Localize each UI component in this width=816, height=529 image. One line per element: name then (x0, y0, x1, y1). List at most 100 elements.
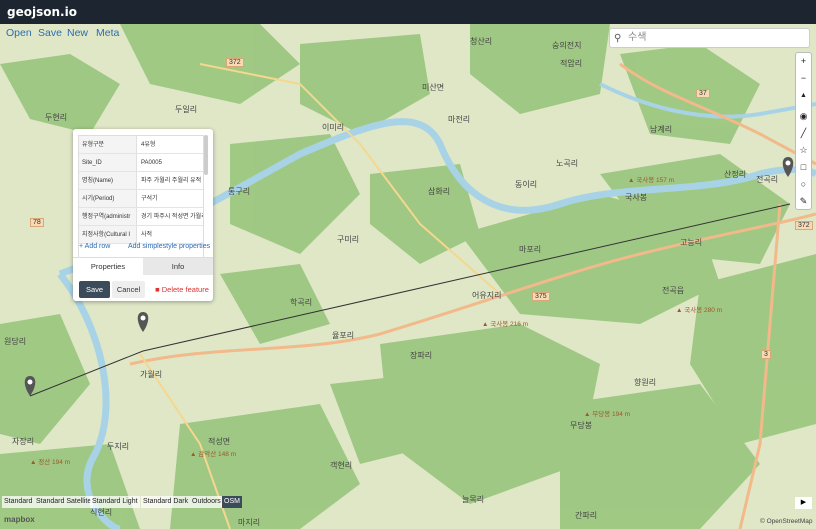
place-label: 두현리 (45, 113, 68, 122)
property-key-field[interactable]: 행정구역(administr (79, 208, 137, 225)
marker-tool-icon[interactable]: ◉ (796, 109, 811, 124)
place-label: 가월리 (140, 370, 163, 379)
place-label: 구미리 (337, 235, 360, 244)
place-label: 마지리 (238, 518, 261, 527)
place-label: 적암리 (560, 59, 583, 68)
place-label: 적성면 (208, 437, 231, 446)
scrollbar[interactable] (204, 135, 208, 175)
place-label: 미산면 (422, 83, 445, 92)
place-label: 학곡리 (290, 298, 313, 307)
road-shield: 78 (30, 218, 44, 227)
zoom-in-button[interactable]: + (796, 54, 811, 69)
place-label: 장파리 (410, 351, 433, 360)
place-label: 통구리 (228, 187, 251, 196)
place-label: 국사봉 (625, 193, 648, 202)
place-label: 자장리 (12, 437, 35, 446)
compass-button[interactable]: ▲ (796, 88, 811, 103)
peak-label: ▲ 국사봉 280 m (676, 307, 723, 314)
road-shield: 372 (795, 221, 813, 230)
place-label: 두일리 (175, 105, 198, 114)
circle-tool-icon[interactable]: ○ (796, 177, 811, 192)
search-placeholder: 수색 (628, 32, 647, 43)
peak-label: ▲ 감악산 148 m (190, 451, 237, 458)
delete-feature-button[interactable]: ■ Delete feature (153, 281, 211, 298)
place-label: 객현리 (330, 461, 353, 470)
menu-open[interactable]: Open (6, 27, 32, 39)
place-label: 원당리 (4, 337, 27, 346)
property-value-field[interactable]: 구석기 (141, 190, 203, 207)
search-icon: ⚲ (614, 33, 622, 44)
property-value-field[interactable]: 4유형 (141, 136, 203, 153)
layer-standard[interactable]: Standard (2, 496, 35, 508)
place-label: 남계리 (650, 125, 673, 134)
popup-tabs: Properties Info (73, 257, 213, 275)
cancel-button[interactable]: Cancel (112, 281, 145, 298)
layer-osm[interactable]: OSM (222, 496, 242, 508)
place-label: 간파리 (575, 511, 598, 520)
tab-properties[interactable]: Properties (73, 258, 143, 275)
property-value-field[interactable]: 파주 가월리 주월리 유적 (141, 172, 203, 189)
place-label: 노곡리 (556, 159, 579, 168)
layer-outdoors[interactable]: Outdoors (190, 496, 223, 508)
property-value-field[interactable]: 경기 파주시 적성면 가월리 (141, 208, 203, 225)
property-key-field[interactable]: Site_ID (79, 154, 137, 171)
line-tool-icon[interactable]: ╱ (796, 126, 811, 141)
layer-standard-light[interactable]: Standard Light (90, 496, 140, 508)
road-shield: 37 (696, 89, 710, 98)
property-row: 유형구분 4유형 (79, 136, 203, 154)
property-value-field[interactable]: 사적 (141, 226, 203, 243)
save-button[interactable]: Save (79, 281, 110, 298)
place-label: 고능리 (680, 238, 703, 247)
property-row: 시기(Period) 구석기 (79, 190, 203, 208)
menu-save[interactable]: Save (38, 27, 62, 39)
place-label: 마전리 (448, 115, 471, 124)
property-row: 명칭(Name) 파주 가월리 주월리 유적 (79, 172, 203, 190)
place-label: 식현리 (90, 508, 113, 517)
menu-new[interactable]: New (67, 27, 88, 39)
place-label: 어유지리 (472, 291, 502, 300)
map-toolbar: + − ▲ ◉ ╱ ☆ □ ○ ✎ (795, 52, 812, 210)
place-label: 이미리 (322, 123, 345, 132)
road-shield: 3 (761, 350, 771, 359)
rectangle-tool-icon[interactable]: □ (796, 160, 811, 175)
property-key-field[interactable]: 시기(Period) (79, 190, 137, 207)
place-label: 전곡리 (756, 175, 779, 184)
layer-standard-dark[interactable]: Standard Dark (141, 496, 191, 508)
attribution[interactable]: © OpenStreetMap (760, 518, 812, 525)
property-row: 지정사항(Cultural I 사적 (79, 226, 203, 244)
mapbox-logo: mapbox (4, 515, 35, 524)
layer-standard-satellite[interactable]: Standard Satellite (34, 496, 94, 508)
property-key-field[interactable]: 명칭(Name) (79, 172, 137, 189)
edit-tool-icon[interactable]: ✎ (796, 194, 811, 209)
peak-label: ▲ 무당봉 194 m (584, 411, 631, 418)
zoom-out-button[interactable]: − (796, 71, 811, 86)
place-label: 늘목리 (462, 495, 485, 504)
road-shield: 375 (532, 292, 550, 301)
layer-switcher: Standard Standard Satellite Standard Lig… (0, 496, 260, 508)
feature-popup: 유형구분 4유형 Site_ID PA0005 명칭(Name) 파주 가월리 주월리 유… (73, 129, 213, 301)
property-value-field[interactable]: PA0005 (141, 154, 203, 171)
add-simplestyle-link[interactable]: Add simplestyle properties (128, 243, 210, 250)
menu-meta[interactable]: Meta (96, 27, 119, 39)
trash-icon: ■ (155, 285, 162, 294)
app-title: geojson.io (0, 0, 816, 24)
peak-label: ▲ 국사봉 216 m (482, 321, 529, 328)
property-key-field[interactable]: 지정사항(Cultural I (79, 226, 137, 243)
property-row: Site_ID PA0005 (79, 154, 203, 172)
search-input[interactable]: ⚲ 수색 (609, 28, 810, 48)
property-key-field[interactable]: 유형구분 (79, 136, 137, 153)
place-label: 산정리 (724, 170, 747, 179)
place-label: 삼화리 (428, 187, 451, 196)
polygon-tool-icon[interactable]: ☆ (796, 143, 811, 158)
place-label: 율포리 (332, 331, 355, 340)
place-label: 향원리 (634, 378, 657, 387)
add-row-link[interactable]: + Add row (79, 243, 110, 250)
property-row: 행정구역(administr 경기 파주시 적성면 가월리 (79, 208, 203, 226)
expand-panel-button[interactable]: ▶ (795, 497, 812, 509)
place-label: 무당봉 (570, 421, 593, 430)
peak-label: ▲ 정산 194 m (30, 459, 71, 466)
place-label: 마포리 (519, 245, 542, 254)
peak-label: ▲ 국사봉 157 m (628, 177, 675, 184)
place-label: 두지리 (107, 442, 130, 451)
tab-info[interactable]: Info (143, 258, 213, 275)
